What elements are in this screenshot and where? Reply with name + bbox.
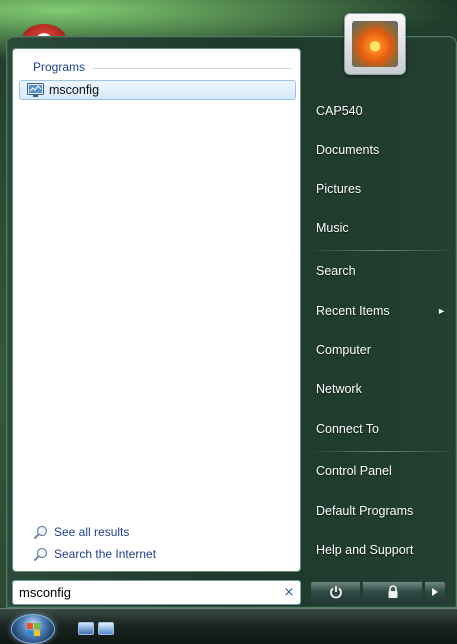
result-item-msconfig[interactable]: msconfig bbox=[19, 80, 296, 100]
result-item-label: msconfig bbox=[49, 83, 100, 97]
right-item-documents[interactable]: Documents bbox=[309, 135, 454, 165]
user-picture-frame[interactable] bbox=[344, 13, 406, 75]
user-avatar bbox=[352, 21, 398, 67]
right-pane-separator bbox=[313, 451, 451, 452]
search-results-pane: Programs msconfig See all results Search… bbox=[12, 48, 301, 572]
right-item-label: Network bbox=[316, 382, 362, 396]
right-item-recent-items[interactable]: Recent Items ► bbox=[309, 296, 454, 326]
right-item-default-programs[interactable]: Default Programs bbox=[309, 496, 454, 526]
show-desktop-icon[interactable] bbox=[78, 622, 94, 635]
switch-windows-icon[interactable] bbox=[98, 622, 114, 635]
right-item-music[interactable]: Music bbox=[309, 213, 454, 243]
clear-search-icon[interactable]: × bbox=[278, 585, 300, 600]
right-item-label: Computer bbox=[316, 343, 371, 357]
start-search-box: × bbox=[12, 580, 301, 605]
see-all-results-link[interactable]: See all results bbox=[33, 523, 129, 541]
right-item-label: Control Panel bbox=[316, 464, 392, 478]
see-all-results-label: See all results bbox=[54, 525, 130, 539]
search-internet-label: Search the Internet bbox=[54, 547, 157, 561]
right-item-search[interactable]: Search bbox=[309, 256, 454, 286]
search-icon bbox=[33, 547, 48, 561]
right-item-label: Documents bbox=[316, 143, 380, 157]
right-item-label: CAP540 bbox=[316, 104, 363, 118]
header-divider bbox=[93, 67, 292, 69]
submenu-arrow-icon: ► bbox=[437, 306, 446, 316]
right-item-network[interactable]: Network bbox=[309, 374, 454, 404]
power-button[interactable] bbox=[310, 581, 361, 603]
right-item-label: Search bbox=[316, 264, 356, 278]
msconfig-app-icon bbox=[27, 83, 44, 97]
start-orb-button[interactable] bbox=[11, 614, 55, 644]
search-icon bbox=[33, 525, 48, 539]
right-item-label: Pictures bbox=[316, 182, 362, 196]
taskbar bbox=[0, 608, 457, 644]
right-item-label: Recent Items bbox=[316, 304, 390, 318]
power-icon bbox=[329, 586, 342, 599]
lock-button[interactable] bbox=[362, 581, 423, 603]
search-internet-link[interactable]: Search the Internet bbox=[33, 545, 156, 563]
right-item-label: Connect To bbox=[316, 422, 380, 436]
right-item-pictures[interactable]: Pictures bbox=[309, 174, 454, 204]
right-item-label: Help and Support bbox=[316, 543, 414, 557]
search-input[interactable] bbox=[19, 582, 278, 603]
right-item-user[interactable]: CAP540 bbox=[309, 96, 454, 126]
arrow-right-icon bbox=[432, 588, 438, 596]
right-item-control-panel[interactable]: Control Panel bbox=[309, 456, 454, 486]
windows-logo-icon bbox=[27, 623, 40, 636]
lock-icon bbox=[388, 585, 397, 598]
programs-header-label: Programs bbox=[33, 60, 86, 74]
power-options-button[interactable] bbox=[424, 581, 446, 603]
right-item-label: Music bbox=[316, 221, 349, 235]
right-item-connect-to[interactable]: Connect To bbox=[309, 414, 454, 444]
right-item-computer[interactable]: Computer bbox=[309, 335, 454, 365]
right-item-label: Default Programs bbox=[316, 504, 414, 518]
right-pane-separator bbox=[313, 250, 451, 251]
programs-group-header: Programs bbox=[33, 59, 292, 75]
right-item-help-and-support[interactable]: Help and Support bbox=[309, 535, 454, 565]
